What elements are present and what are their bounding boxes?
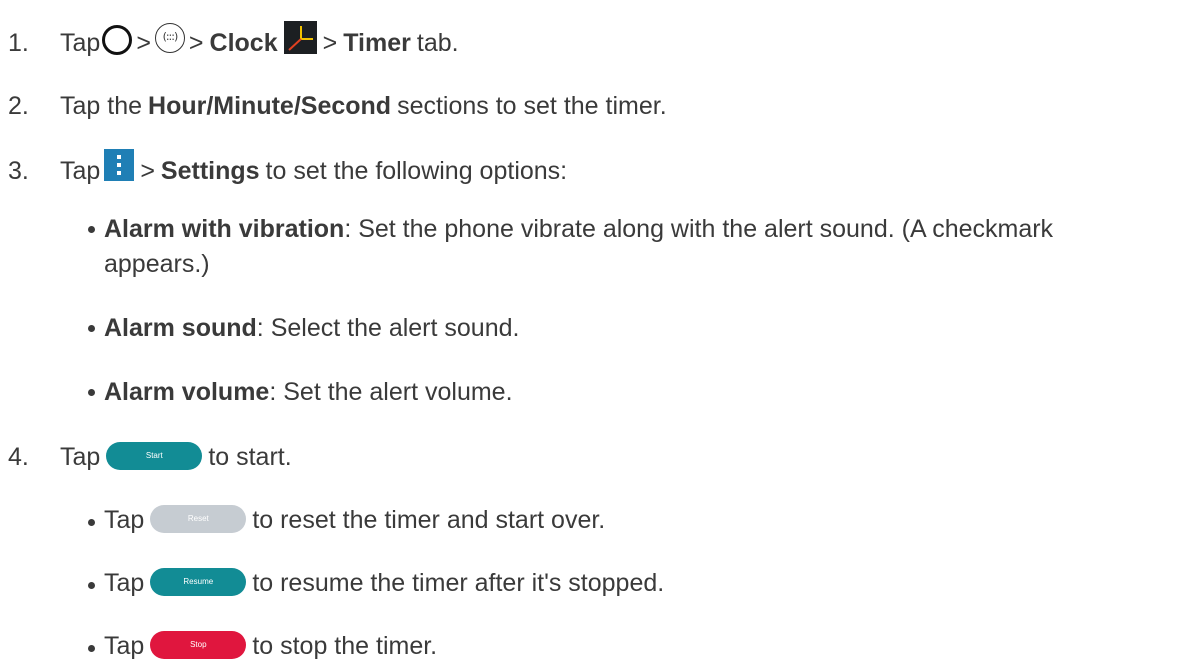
option-text: : Set the phone vibrate along with the a… xyxy=(344,215,1054,243)
step-1: 1. Tap > (:::) > Clock > Timer tab. xyxy=(8,21,459,60)
step-text: > xyxy=(188,29,204,57)
step-text: to start. xyxy=(208,443,292,471)
step-text: to resume the timer after it's stopped. xyxy=(252,569,665,597)
option-text: : Set the alert volume. xyxy=(269,378,513,406)
step-text: to set the following options: xyxy=(265,156,568,185)
apps-icon: (:::) xyxy=(154,22,185,53)
step-3: 3. Tap > Settings to set the following o… xyxy=(8,149,568,187)
step-text: Tap xyxy=(104,506,145,534)
step-text: sections to set the timer. xyxy=(397,92,667,120)
bullet xyxy=(88,226,95,233)
home-icon xyxy=(102,24,133,55)
step-text: Tap xyxy=(104,632,145,660)
option-alarm-sound: Alarm sound : Select the alert sound. xyxy=(104,314,519,343)
settings-label: Settings xyxy=(160,156,260,185)
step-4: 4. Tap Start to start. xyxy=(8,441,292,472)
step-text: Tap xyxy=(104,569,145,597)
bullet xyxy=(88,645,95,652)
bullet xyxy=(88,389,95,396)
step-text: > xyxy=(322,29,338,57)
bullet xyxy=(88,325,95,332)
option-text: : Select the alert sound. xyxy=(256,314,520,342)
option-title: Alarm with vibration xyxy=(104,215,345,243)
clock-app-icon xyxy=(283,21,317,54)
step-text: Tap xyxy=(60,443,101,471)
option-alarm-with-vibration: Alarm with vibration : Set the phone vib… xyxy=(104,215,1053,244)
menu-icon xyxy=(104,149,135,181)
step-number: 1. xyxy=(8,29,29,57)
step-text: tab. xyxy=(416,29,459,57)
step-2: 2. Tap the Hour/Minute/Second sections t… xyxy=(8,92,667,121)
step-text: to stop the timer. xyxy=(252,632,438,660)
sub-reset: Tap Reset to reset the timer and start o… xyxy=(104,504,606,535)
option-text: appears.) xyxy=(104,250,210,278)
stop-button: Stop xyxy=(150,630,247,659)
step-text: > xyxy=(136,29,151,57)
option-alarm-with-vibration-cont: appears.) xyxy=(104,250,210,279)
step-number: 3. xyxy=(8,156,29,185)
hour-minute-second-label: Hour/Minute/Second xyxy=(148,92,392,120)
bullet xyxy=(88,519,95,526)
option-alarm-volume: Alarm volume : Set the alert volume. xyxy=(104,378,513,407)
step-text: Tap xyxy=(60,29,101,57)
step-text: to reset the timer and start over. xyxy=(252,506,606,534)
step-number: 2. xyxy=(8,92,29,120)
sub-resume: Tap Resume to resume the timer after it'… xyxy=(104,567,665,598)
timer-label: Timer xyxy=(343,29,411,57)
sub-stop: Tap Stop to stop the timer. xyxy=(104,630,438,661)
clock-label: Clock xyxy=(209,29,278,57)
reset-button: Reset xyxy=(150,504,247,533)
step-text: > xyxy=(140,156,155,185)
option-title: Alarm volume xyxy=(104,378,270,406)
step-number: 4. xyxy=(8,443,29,471)
start-button: Start xyxy=(106,441,203,470)
bullet xyxy=(88,582,95,589)
step-text: Tap xyxy=(60,156,101,185)
option-title: Alarm sound xyxy=(104,314,257,342)
resume-button: Resume xyxy=(150,567,247,596)
step-text: Tap the xyxy=(60,92,143,120)
